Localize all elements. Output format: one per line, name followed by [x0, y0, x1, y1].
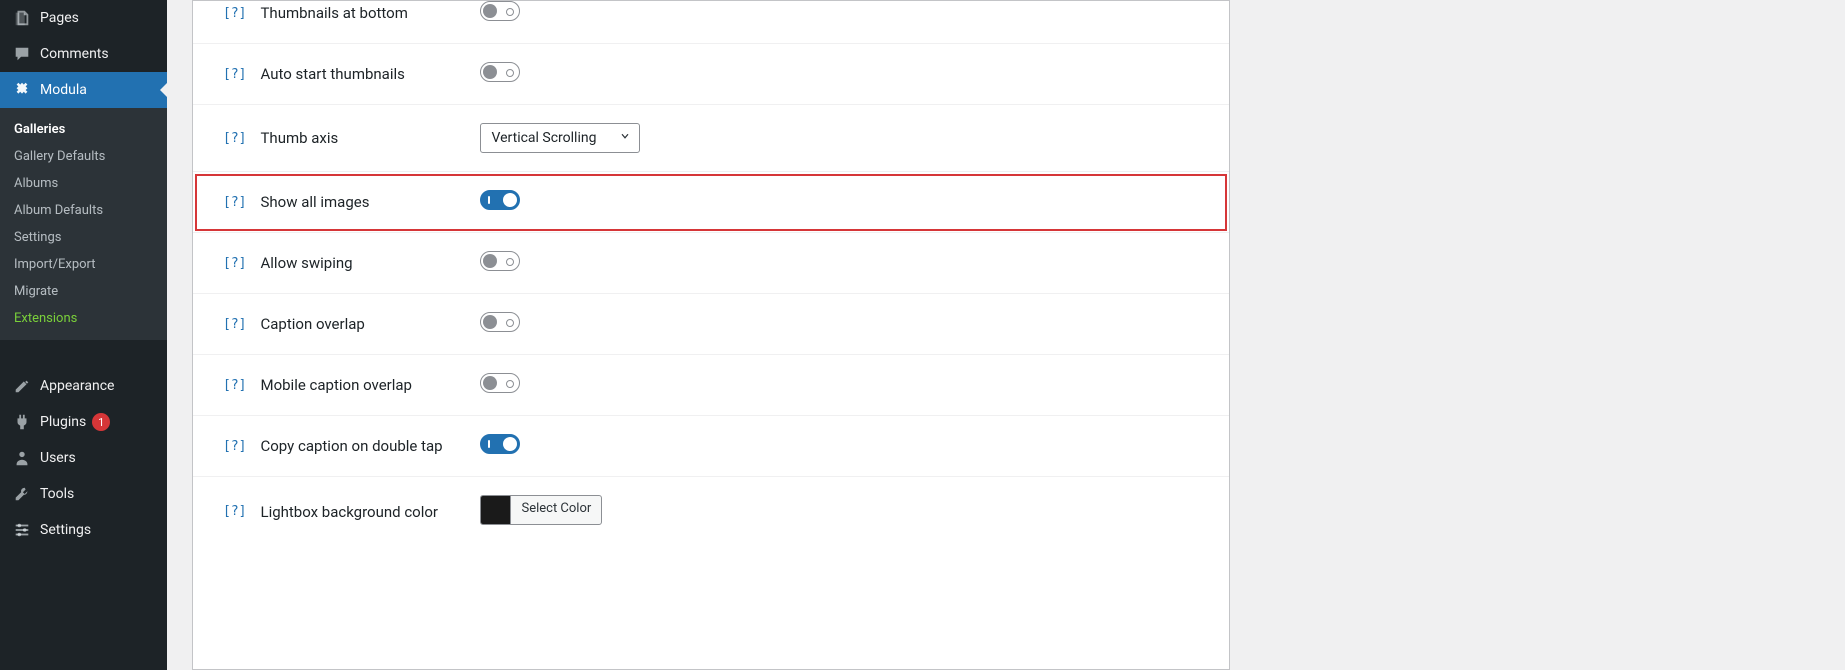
row-allow-swiping: [?] Allow swiping [193, 233, 1229, 294]
submenu-gallery-defaults[interactable]: Gallery Defaults [0, 143, 167, 170]
row-auto-start-thumbnails: [?] Auto start thumbnails [193, 44, 1229, 105]
submenu-album-defaults[interactable]: Album Defaults [0, 197, 167, 224]
submenu-albums[interactable]: Albums [0, 170, 167, 197]
toggle-allow-swiping[interactable] [480, 251, 520, 271]
sidebar-item-pages[interactable]: Pages [0, 0, 167, 36]
chevron-down-icon [619, 130, 631, 146]
help-icon[interactable]: [?] [223, 439, 246, 454]
sidebar-item-label: Comments [40, 46, 109, 62]
row-label: Auto start thumbnails [260, 65, 480, 83]
help-icon[interactable]: [?] [223, 378, 246, 393]
row-label: Thumbnails at bottom [260, 4, 480, 22]
row-thumbnails-at-bottom: [?] Thumbnails at bottom [193, 1, 1229, 44]
users-icon [12, 448, 32, 468]
row-lightbox-background-color: [?] Lightbox background color Select Col… [193, 477, 1229, 546]
sidebar-item-users[interactable]: Users [0, 440, 167, 476]
row-copy-caption-double-tap: [?] Copy caption on double tap [193, 416, 1229, 477]
sidebar-item-tools[interactable]: Tools [0, 476, 167, 512]
tools-icon [12, 484, 32, 504]
row-label: Copy caption on double tap [260, 437, 480, 455]
row-caption-overlap: [?] Caption overlap [193, 294, 1229, 355]
sidebar-item-label: Plugins [40, 414, 86, 430]
help-icon[interactable]: [?] [223, 131, 246, 146]
select-value: Vertical Scrolling [491, 130, 596, 146]
help-icon[interactable]: [?] [223, 504, 246, 519]
sidebar-item-label: Settings [40, 522, 91, 538]
submenu-settings[interactable]: Settings [0, 224, 167, 251]
toggle-mobile-caption-overlap[interactable] [480, 373, 520, 393]
sidebar-separator [0, 345, 167, 363]
toggle-auto-start-thumbnails[interactable] [480, 62, 520, 82]
row-show-all-images: [?] Show all images [193, 172, 1229, 233]
select-thumb-axis[interactable]: Vertical Scrolling [480, 123, 640, 153]
row-label: Show all images [260, 193, 480, 211]
settings-panel: [?] Thumbnails at bottom [?] Auto start … [192, 0, 1230, 670]
sidebar-item-appearance[interactable]: Appearance [0, 368, 167, 404]
comments-icon [12, 44, 32, 64]
appearance-icon [12, 376, 32, 396]
row-mobile-caption-overlap: [?] Mobile caption overlap [193, 355, 1229, 416]
sidebar-item-comments[interactable]: Comments [0, 36, 167, 72]
row-thumb-axis: [?] Thumb axis Vertical Scrolling [193, 105, 1229, 172]
row-label: Allow swiping [260, 254, 480, 272]
main-content: [?] Thumbnails at bottom [?] Auto start … [167, 0, 1845, 670]
modula-icon [12, 80, 32, 100]
submenu-extensions[interactable]: Extensions [0, 305, 167, 332]
plugins-update-badge: 1 [92, 413, 110, 431]
help-icon[interactable]: [?] [223, 67, 246, 82]
row-label: Thumb axis [260, 129, 480, 147]
submenu-import-export[interactable]: Import/Export [0, 251, 167, 278]
row-label: Caption overlap [260, 315, 480, 333]
toggle-thumbnails-at-bottom[interactable] [480, 1, 520, 21]
help-icon[interactable]: [?] [223, 195, 246, 210]
submenu-migrate[interactable]: Migrate [0, 278, 167, 305]
sidebar-item-settings[interactable]: Settings [0, 512, 167, 548]
help-icon[interactable]: [?] [223, 317, 246, 332]
sidebar-item-label: Tools [40, 486, 74, 502]
color-picker-label: Select Color [511, 496, 601, 524]
row-label: Mobile caption overlap [260, 376, 480, 394]
sidebar-item-label: Modula [40, 82, 87, 98]
admin-sidebar: Pages Comments Modula Galleries Gallery … [0, 0, 167, 670]
color-picker-lightbox-bg[interactable]: Select Color [480, 495, 602, 525]
settings-icon [12, 520, 32, 540]
sidebar-item-plugins[interactable]: Plugins 1 [0, 404, 167, 440]
modula-submenu: Galleries Gallery Defaults Albums Album … [0, 108, 167, 340]
toggle-copy-caption-double-tap[interactable] [480, 434, 520, 454]
pages-icon [12, 8, 32, 28]
sidebar-item-modula[interactable]: Modula [0, 72, 167, 108]
sidebar-item-label: Appearance [40, 378, 114, 394]
toggle-caption-overlap[interactable] [480, 312, 520, 332]
sidebar-item-label: Pages [40, 10, 79, 26]
help-icon[interactable]: [?] [223, 6, 246, 21]
submenu-galleries[interactable]: Galleries [0, 116, 167, 143]
help-icon[interactable]: [?] [223, 256, 246, 271]
row-label: Lightbox background color [260, 503, 480, 521]
toggle-show-all-images[interactable] [480, 190, 520, 210]
plugins-icon [12, 412, 32, 432]
color-swatch [481, 496, 511, 524]
sidebar-item-label: Users [40, 450, 76, 466]
